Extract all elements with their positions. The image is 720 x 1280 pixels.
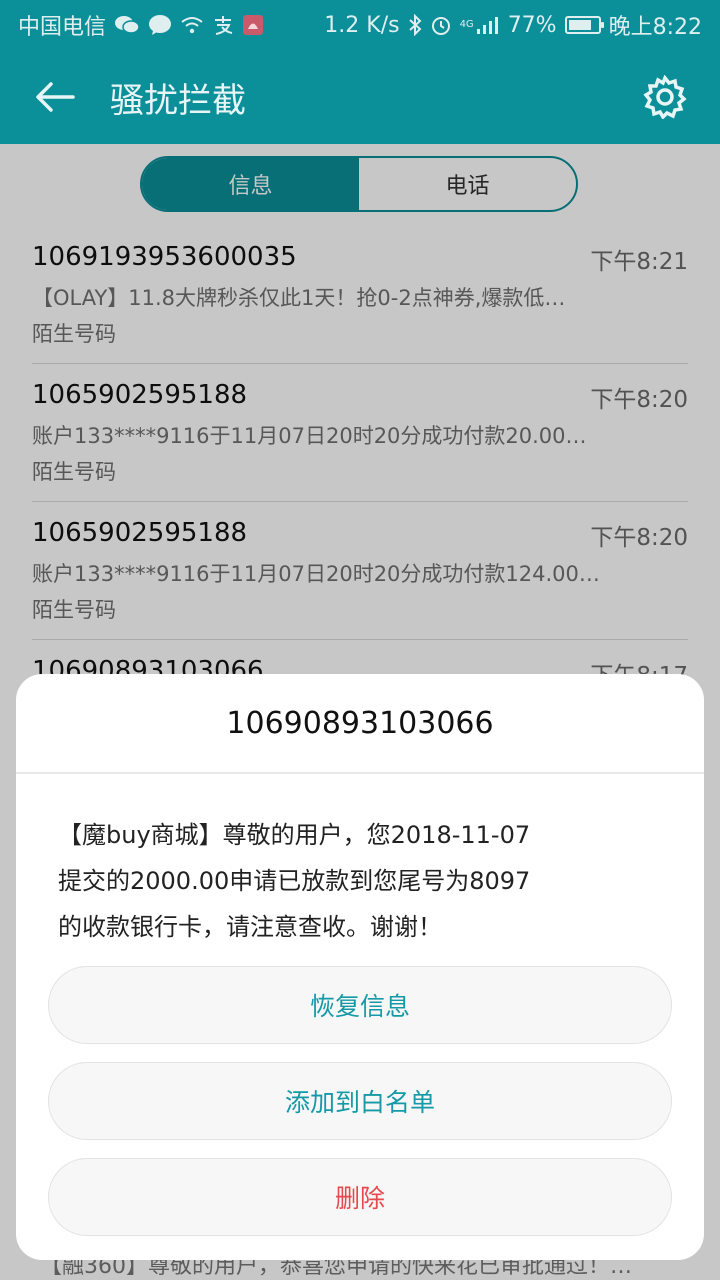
- signal-icon: 4G: [460, 15, 500, 35]
- dialog-message-body: 【魔buy商城】尊敬的用户，您2018-11-07 提交的2000.00申请已放…: [16, 774, 704, 950]
- message-line: 的收款银行卡，请注意查收。谢谢！: [58, 913, 442, 941]
- gear-icon: [643, 75, 687, 119]
- dialog-actions: 恢复信息 添加到白名单 删除: [48, 966, 672, 1254]
- back-arrow-icon: [36, 82, 75, 112]
- network-type: 4G: [459, 19, 474, 30]
- add-to-whitelist-button[interactable]: 添加到白名单: [48, 1062, 672, 1140]
- delete-button[interactable]: 删除: [48, 1158, 672, 1236]
- dialog-sender-number: 10690893103066: [226, 705, 494, 741]
- back-button[interactable]: [0, 50, 110, 144]
- bluetooth-icon: [408, 14, 422, 36]
- message-line: 【魔buy商城】尊敬的用户，您2018-11-07: [58, 821, 531, 849]
- battery-icon: [564, 16, 604, 34]
- net-speed: 1.2 K/s: [324, 12, 400, 38]
- message-line: 提交的2000.00申请已放款到您尾号为8097: [58, 867, 531, 895]
- carrier-label: 中国电信: [18, 15, 107, 40]
- restore-message-button[interactable]: 恢复信息: [48, 966, 672, 1044]
- page-title: 骚扰拦截: [110, 80, 246, 121]
- toolbar: 骚扰拦截: [0, 50, 720, 144]
- message-action-sheet: 10690893103066 【魔buy商城】尊敬的用户，您2018-11-07…: [16, 674, 704, 1260]
- wifi-icon: [180, 15, 204, 35]
- wechat-icon: [114, 14, 140, 36]
- clock: 晚上8:22: [608, 15, 702, 40]
- app-notification-icon: [242, 14, 264, 36]
- message-icon: [148, 14, 172, 36]
- alipay-icon: [212, 14, 234, 36]
- battery-percent: 77%: [507, 12, 557, 38]
- settings-button[interactable]: [640, 72, 690, 122]
- status-bar: 中国电信 1.2 K/s 4G 77% 晚上8:22: [0, 0, 720, 50]
- alarm-icon: [430, 14, 452, 36]
